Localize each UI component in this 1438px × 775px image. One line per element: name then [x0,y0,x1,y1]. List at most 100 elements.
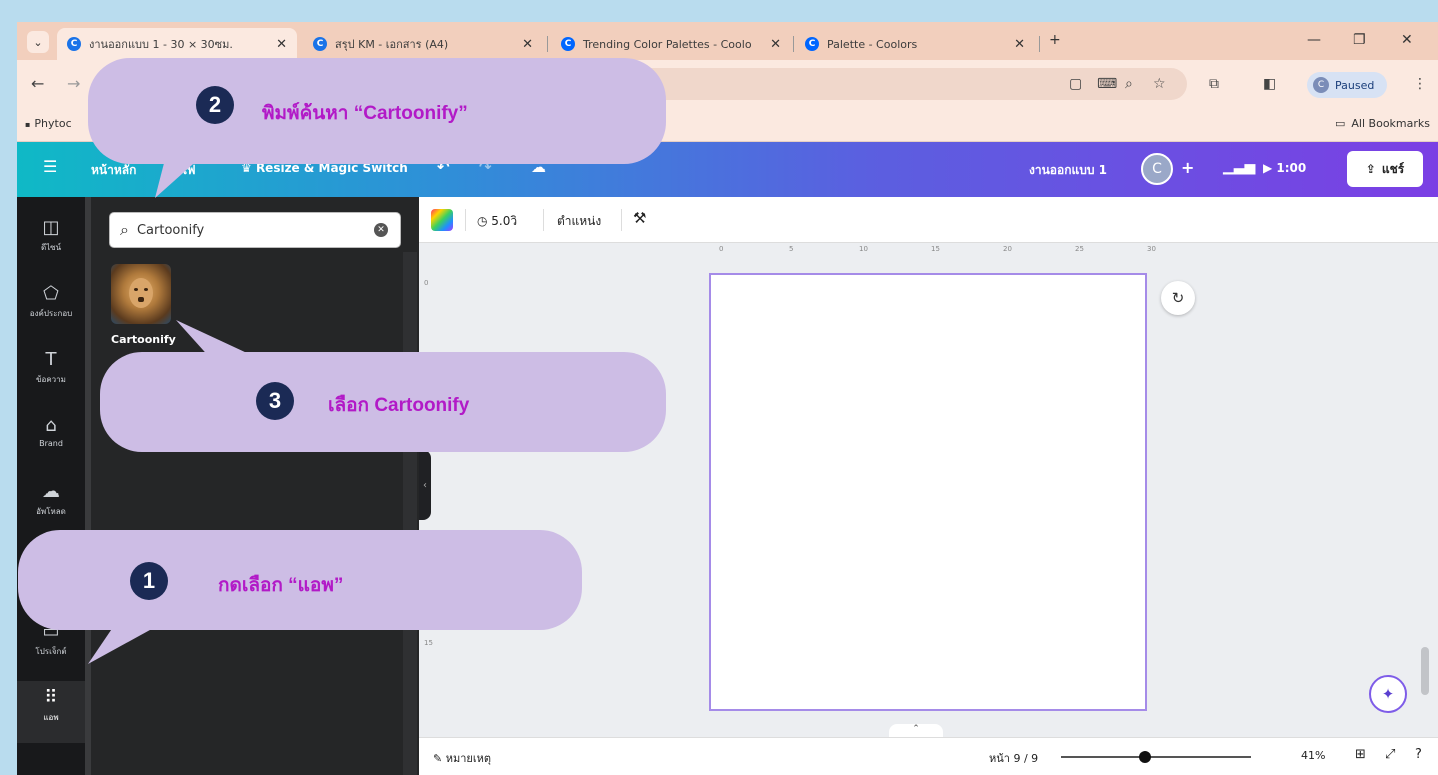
tab-title: สรุป KM - เอกสาร (A4) [335,38,449,51]
tab-design[interactable]: C งานออกแบบ 1 - 30 × 30ซม. ✕ [57,28,297,60]
cartoonify-app-thumbnail[interactable] [111,264,171,324]
elements-icon: ⬠ [43,283,59,304]
rail-text[interactable]: T ข้อความ [17,343,85,405]
tab-title: Trending Color Palettes - Coolo [583,37,752,51]
ruler-tick: 15 [931,245,940,253]
top-ruler: 0 5 10 15 20 25 30 [419,243,1438,263]
restore-icon[interactable]: ❐ [1353,32,1366,48]
all-bookmarks[interactable]: ▭ All Bookmarks [1335,117,1430,130]
ruler-tick: 10 [859,245,868,253]
color-picker-icon[interactable] [431,209,453,231]
collapse-panel-icon[interactable]: ‹ [419,450,431,520]
bookmark-star-icon[interactable]: ☆ [1153,76,1166,92]
ruler-tick: 25 [1075,245,1084,253]
search-icon: ⌕ [120,220,129,239]
minimize-icon[interactable]: — [1307,32,1321,48]
tab-trending-palettes[interactable]: C Trending Color Palettes - Coolo ✕ [551,28,791,60]
magic-assistant-icon[interactable]: ✦ [1369,675,1407,713]
ruler-tick: 20 [1003,245,1012,253]
new-tab-button[interactable]: + [1049,32,1061,48]
help-icon[interactable]: ? [1415,747,1422,762]
duration-button[interactable]: ◷ 5.0วิ [477,212,517,231]
tab-title: Palette - Coolors [827,37,918,51]
position-button[interactable]: ตำแหน่ง [557,212,601,231]
insights-icon[interactable]: ▁▃▅ [1223,159,1255,175]
editor-area: ◷ 5.0วิ ตำแหน่ง ⚒ 0 5 10 15 20 25 30 0 1… [419,197,1438,775]
folder-icon: ▭ [1335,117,1346,130]
close-icon[interactable]: ✕ [276,37,287,52]
ruler-tick: 15 [424,639,433,647]
left-rail: ◫ ดีไซน์ ⬠ องค์ประกอบ T ข้อความ ⌂ Brand ☁ อัพ… [17,197,89,775]
close-icon[interactable]: ✕ [770,37,781,52]
clipboard-icon[interactable]: ▢ [1069,76,1082,92]
zoom-slider[interactable] [1061,751,1251,763]
zoom-icon[interactable]: ⌕ [1125,76,1133,92]
profile-button[interactable]: C Paused [1307,72,1387,98]
present-button[interactable]: ▶ 1:00 [1263,161,1306,175]
forward-icon[interactable]: → [67,74,80,93]
rail-elements[interactable]: ⬠ องค์ประกอบ [17,277,85,339]
layout-icon: ◫ [42,217,60,238]
rail-brand[interactable]: ⌂ Brand [17,409,85,471]
notes-icon: ✎ [433,752,446,765]
close-window-icon[interactable]: ✕ [1401,32,1413,48]
callout-3-text: เลือก Cartoonify [328,395,470,416]
side-panel-icon[interactable]: ◧ [1263,76,1276,92]
brand-icon: ⌂ [45,415,57,436]
add-collaborator-button[interactable]: + [1181,158,1194,177]
tab-palette[interactable]: C Palette - Coolors ✕ [795,28,1035,60]
coolors-favicon-icon: C [561,37,575,51]
callout-2-text: พิมพ์ค้นหา “Cartoonify” [262,103,468,124]
hamburger-icon[interactable]: ☰ [43,157,57,176]
ruler-tick: 5 [789,245,794,253]
apps-icon: ⠿ [44,687,58,708]
canva-favicon-icon: C [313,37,327,51]
tab-title: งานออกแบบ 1 - 30 × 30ซม. [89,38,233,51]
tab-km-doc[interactable]: C สรุป KM - เอกสาร (A4) ✕ [303,28,543,60]
callout-2-number: 2 [196,86,234,124]
profile-avatar: C [1313,77,1329,93]
rail-apps[interactable]: ⠿ แอพ [17,681,85,743]
show-pages-icon[interactable]: ⌃ [889,724,943,738]
collaborator-avatar[interactable]: C [1141,153,1173,185]
panel-scrollbar[interactable] [403,252,417,775]
upload-icon: ☁ [42,481,60,502]
rail-uploads[interactable]: ☁ อัพโหลด [17,475,85,537]
translate-icon[interactable]: ⌨ [1097,76,1117,92]
editor-scrollbar[interactable] [1421,647,1429,695]
clock-icon: ◷ [477,214,492,228]
canva-favicon-icon: C [67,37,81,51]
refresh-icon[interactable]: ↻ [1161,281,1195,315]
zoom-slider-handle[interactable] [1138,751,1151,763]
coolors-favicon-icon: C [805,37,819,51]
apps-panel: ⌕ Cartoonify ✕ Cartoonify [91,197,419,775]
fullscreen-icon[interactable]: ⤢ [1385,747,1395,762]
cartoonify-app-label[interactable]: Cartoonify [111,333,176,346]
clear-search-icon[interactable]: ✕ [374,223,388,237]
phytoc-favicon-icon: ▪ [25,120,31,129]
back-icon[interactable]: ← [31,74,44,93]
design-page[interactable] [709,273,1147,711]
ruler-tick: 30 [1147,245,1156,253]
bookmark-item[interactable]: ▪ Phytoc [25,117,72,130]
tab-strip: ⌄ C งานออกแบบ 1 - 30 × 30ซม. ✕ C สรุป KM… [17,22,1438,60]
notes-button[interactable]: ✎ หมายเหตุ [433,749,491,767]
close-icon[interactable]: ✕ [1014,37,1025,52]
page-indicator[interactable]: หน้า 9 / 9 [989,749,1038,767]
grid-view-icon[interactable]: ⊞ [1355,747,1366,762]
callout-1-number: 1 [130,562,168,600]
editor-footer: ✎ หมายเหตุ หน้า 9 / 9 41% ⊞ ⤢ ? [419,737,1438,775]
extensions-icon[interactable]: ⧉ [1209,76,1219,92]
profile-status: Paused [1335,78,1375,92]
zoom-level[interactable]: 41% [1301,749,1325,762]
search-input[interactable]: ⌕ Cartoonify ✕ [109,212,401,248]
rail-design[interactable]: ◫ ดีไซน์ [17,211,85,273]
ruler-tick: 0 [719,245,724,253]
design-title[interactable]: งานออกแบบ 1 [1029,161,1107,180]
callout-1-text: กดเลือก “แอพ” [218,575,344,596]
paint-roller-icon[interactable]: ⚒ [633,209,646,227]
tab-search-button[interactable]: ⌄ [27,31,49,53]
share-button[interactable]: ⇪ แชร์ [1347,151,1423,187]
close-icon[interactable]: ✕ [522,37,533,52]
menu-icon[interactable]: ⋮ [1413,76,1427,92]
